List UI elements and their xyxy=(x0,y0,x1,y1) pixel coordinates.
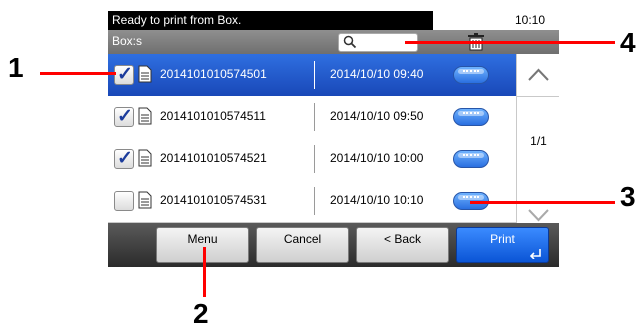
detail-button[interactable] xyxy=(453,108,489,126)
file-row[interactable]: ✓ 2014101010574521 2014/10/10 10:00 xyxy=(108,138,516,181)
row-checkbox[interactable] xyxy=(114,191,134,211)
column-divider xyxy=(314,103,315,131)
callout-3-number: 3 xyxy=(620,181,636,212)
check-icon: ✓ xyxy=(117,106,133,127)
document-icon xyxy=(138,149,152,167)
document-icon xyxy=(138,191,152,209)
row-checkbox[interactable]: ✓ xyxy=(114,148,134,169)
detail-icon xyxy=(463,112,479,117)
touch-panel-screen: Ready to print from Box. 10:10 Box:s ✓ 2… xyxy=(108,11,559,267)
detail-button[interactable] xyxy=(453,66,489,84)
callout-4-number: 4 xyxy=(620,27,636,58)
page-indicator: 1/1 xyxy=(530,134,547,148)
box-title: Box:s xyxy=(112,34,143,48)
document-icon xyxy=(138,107,152,125)
callout-1-line xyxy=(40,72,116,75)
status-time: 10:10 xyxy=(514,13,545,27)
file-row[interactable]: 2014101010574531 2014/10/10 10:10 xyxy=(108,180,516,223)
cancel-button[interactable]: Cancel xyxy=(256,227,349,263)
scroll-pane: 1/1 xyxy=(516,54,559,223)
file-date: 2014/10/10 10:00 xyxy=(330,151,424,165)
file-list: ✓ 2014101010574501 2014/10/10 09:40 ✓ 20… xyxy=(108,54,516,223)
row-checkbox[interactable]: ✓ xyxy=(114,106,134,127)
callout-2-number: 2 xyxy=(193,298,209,329)
callout-2-line xyxy=(203,247,206,297)
column-divider xyxy=(314,61,315,89)
column-divider xyxy=(314,187,315,215)
row-checkbox[interactable]: ✓ xyxy=(114,64,134,85)
status-bar: Ready to print from Box. 10:10 xyxy=(108,11,559,30)
file-name: 2014101010574511 xyxy=(160,109,266,123)
file-name: 2014101010574531 xyxy=(160,193,267,207)
file-date: 2014/10/10 09:50 xyxy=(330,109,424,123)
file-date: 2014/10/10 09:40 xyxy=(330,67,424,81)
scroll-up-button[interactable] xyxy=(517,54,559,97)
bottom-button-bar: Menu Cancel < Back Print xyxy=(108,223,559,267)
detail-button[interactable] xyxy=(453,150,489,168)
enter-icon xyxy=(530,249,541,259)
detail-icon xyxy=(463,154,479,159)
document-icon xyxy=(138,65,152,83)
check-icon: ✓ xyxy=(117,148,133,169)
chevron-up-icon xyxy=(528,68,549,81)
check-icon: ✓ xyxy=(117,64,133,85)
file-row[interactable]: ✓ 2014101010574501 2014/10/10 09:40 xyxy=(108,54,516,97)
chevron-down-icon xyxy=(528,209,549,222)
callout-3-line xyxy=(470,201,615,204)
callout-4-line xyxy=(405,41,615,44)
status-message: Ready to print from Box. xyxy=(112,13,242,27)
search-icon xyxy=(343,35,357,49)
file-name: 2014101010574521 xyxy=(160,151,267,165)
file-row[interactable]: ✓ 2014101010574511 2014/10/10 09:50 xyxy=(108,96,516,139)
callout-1-number: 1 xyxy=(8,52,24,83)
print-button[interactable]: Print xyxy=(456,227,549,263)
column-divider xyxy=(314,145,315,173)
file-name: 2014101010574501 xyxy=(160,67,267,81)
file-date: 2014/10/10 10:10 xyxy=(330,193,424,207)
detail-icon xyxy=(463,70,479,75)
print-button-label: Print xyxy=(490,232,515,246)
scroll-down-button[interactable] xyxy=(517,202,559,223)
back-button[interactable]: < Back xyxy=(356,227,449,263)
